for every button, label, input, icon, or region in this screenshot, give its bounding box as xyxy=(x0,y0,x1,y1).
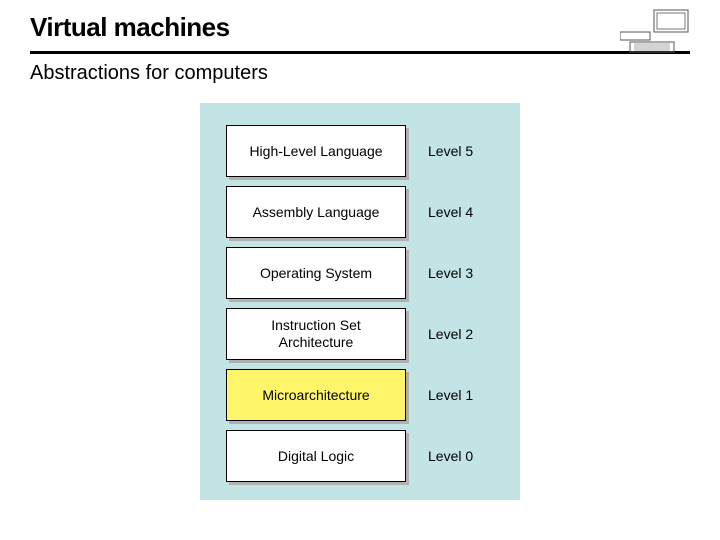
level-label: Level 1 xyxy=(424,369,494,421)
layer-box: High-Level Language xyxy=(226,125,406,177)
level-label: Level 5 xyxy=(424,125,494,177)
layer-box: Operating System xyxy=(226,247,406,299)
title-divider xyxy=(30,51,690,54)
decorative-computer-icon xyxy=(620,8,690,56)
level-label: Level 2 xyxy=(424,308,494,360)
layer-stack: High-Level Language Assembly Language Op… xyxy=(226,121,406,482)
level-label: Level 4 xyxy=(424,186,494,238)
level-label: Level 0 xyxy=(424,430,494,482)
abstraction-diagram: High-Level Language Assembly Language Op… xyxy=(200,103,520,500)
page-title: Virtual machines xyxy=(30,12,690,43)
layer-box-highlighted: Microarchitecture xyxy=(226,369,406,421)
layer-box: Assembly Language xyxy=(226,186,406,238)
level-label: Level 3 xyxy=(424,247,494,299)
level-labels: Level 5 Level 4 Level 3 Level 2 Level 1 … xyxy=(424,121,494,482)
layer-box: Digital Logic xyxy=(226,430,406,482)
page-subtitle: Abstractions for computers xyxy=(0,60,720,95)
layer-box: Instruction Set Architecture xyxy=(226,308,406,360)
